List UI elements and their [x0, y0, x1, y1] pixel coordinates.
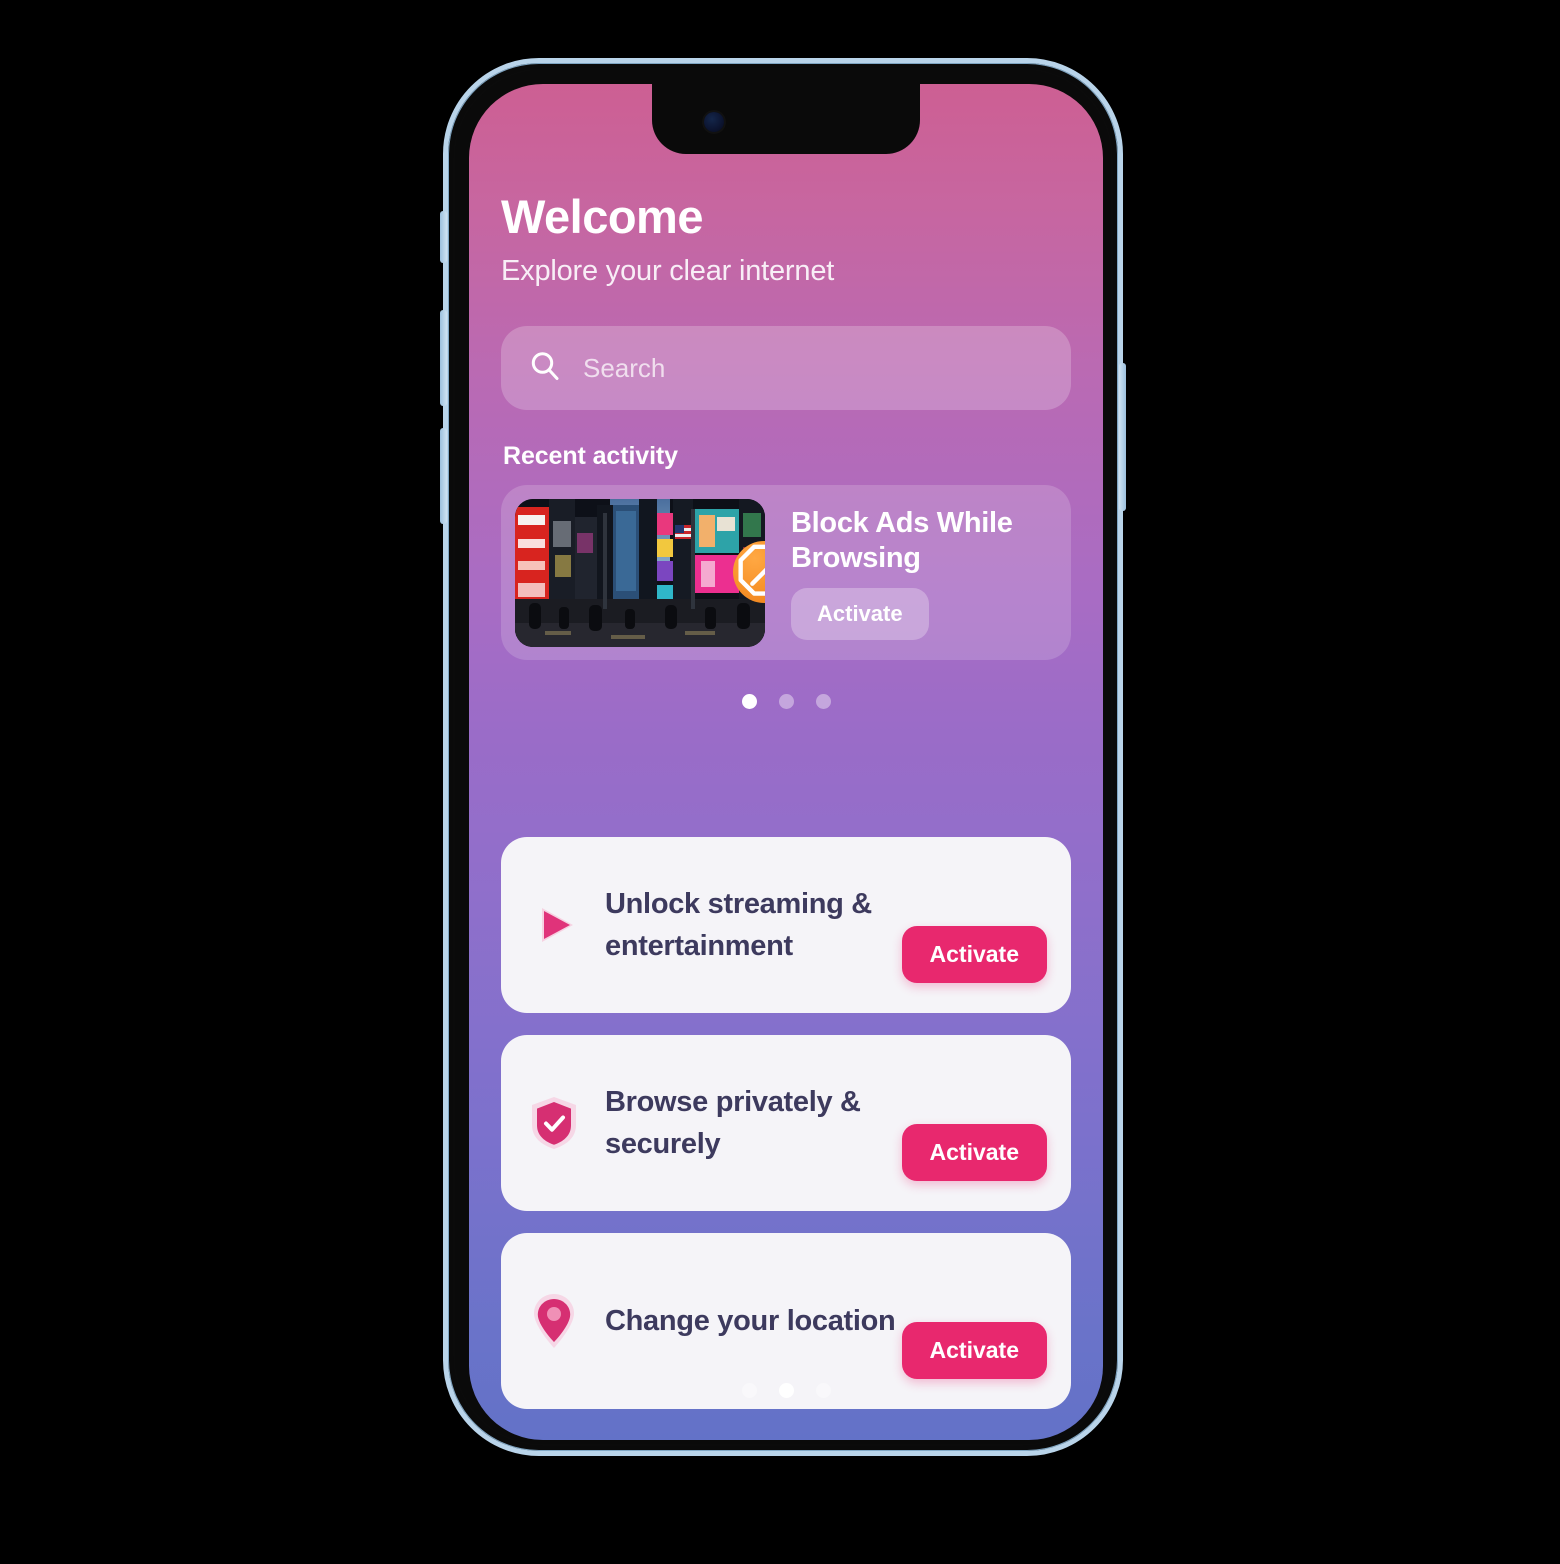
page-subtitle: Explore your clear internet [501, 255, 835, 288]
feature-card-privacy[interactable]: Browse privately & securely Activate [501, 1035, 1071, 1212]
search-input[interactable] [583, 352, 1043, 384]
device-notch [652, 84, 920, 154]
page-title: Welcome [501, 190, 704, 243]
volume-down-button[interactable] [440, 428, 447, 524]
shield-check-icon [525, 1094, 583, 1152]
activity-card-title: Block Ads While Browsing [791, 507, 1013, 574]
front-camera-icon [704, 112, 724, 132]
activity-thumbnail [515, 498, 765, 647]
feature-title: Unlock streaming & entertainment [605, 888, 872, 963]
feature-title: Change your location [605, 1305, 896, 1338]
feature-pagination-dots[interactable] [469, 1383, 1103, 1398]
pagination-dot[interactable] [741, 1383, 757, 1398]
volume-up-button[interactable] [440, 310, 447, 406]
pagination-dot[interactable] [741, 694, 757, 710]
location-pin-icon [525, 1291, 583, 1351]
phone-screen: Welcome Explore your clear internet Rece… [469, 84, 1103, 1440]
pagination-dot[interactable] [815, 694, 831, 710]
play-icon [525, 897, 583, 953]
feature-title: Browse privately & securely [605, 1086, 861, 1161]
pagination-dot[interactable] [778, 694, 794, 710]
silent-switch-button[interactable] [440, 211, 447, 263]
recent-pagination-dots[interactable] [487, 694, 1085, 710]
activity-activate-button[interactable]: Activate [791, 587, 929, 640]
activity-card-body: Block Ads While Browsing Activate [765, 506, 1057, 640]
block-icon [733, 540, 765, 603]
recent-activity-card[interactable]: Block Ads While Browsing Activate [501, 485, 1071, 661]
search-icon [529, 350, 561, 387]
pagination-dot[interactable] [815, 1383, 831, 1398]
recent-activity-heading: Recent activity [503, 442, 678, 471]
power-button[interactable] [1119, 363, 1126, 511]
phone-device-frame: Welcome Explore your clear internet Rece… [440, 58, 1126, 1456]
pagination-dot[interactable] [778, 1383, 794, 1398]
feature-card-list: Unlock streaming & entertainment Activat… [501, 837, 1071, 1410]
app-content: Welcome Explore your clear internet Rece… [469, 84, 1103, 1440]
search-bar[interactable] [501, 326, 1071, 411]
activate-button-streaming[interactable]: Activate [901, 926, 1047, 984]
feature-card-streaming[interactable]: Unlock streaming & entertainment Activat… [501, 837, 1071, 1014]
activate-button-privacy[interactable]: Activate [901, 1124, 1047, 1182]
activate-button-location[interactable]: Activate [901, 1322, 1047, 1380]
